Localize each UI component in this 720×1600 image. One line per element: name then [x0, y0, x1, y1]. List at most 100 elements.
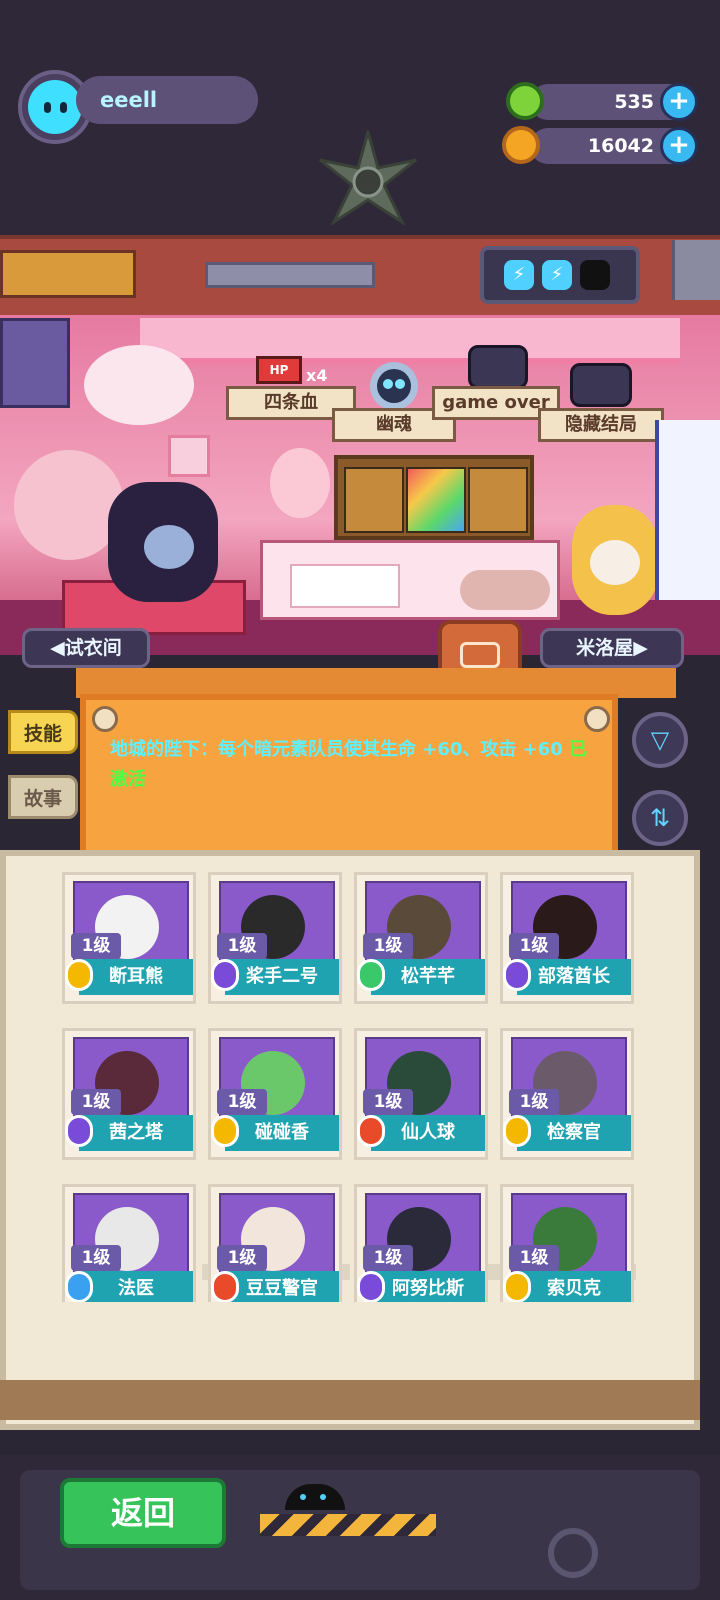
sort-icon: ⇅: [649, 804, 671, 832]
character-card[interactable]: 1级 检察官: [500, 1028, 634, 1160]
character-level: 1级: [509, 1089, 559, 1115]
arrow-right-icon: ▶: [633, 637, 648, 659]
resource-coin-value: 16042: [587, 135, 654, 157]
curtain: [140, 318, 680, 364]
portrait-rainbow: [406, 467, 466, 533]
device-panel: [205, 262, 375, 288]
chat-bubble-shape: [460, 642, 500, 668]
character-name: 部落酋长: [517, 959, 631, 995]
tombstone-tv-icon: [468, 345, 528, 389]
element-badge-icon: [357, 1271, 385, 1302]
pin-icon: [92, 706, 118, 732]
add-donut-button[interactable]: +: [660, 83, 698, 121]
element-badge-icon: [211, 1115, 239, 1147]
hidden-ending-tv-icon: [570, 363, 632, 407]
fitting-room-label: 试衣间: [64, 637, 122, 659]
character-name: 检察官: [517, 1115, 631, 1151]
character-name: 碰碰香: [225, 1115, 339, 1151]
plush-toys: [460, 570, 550, 610]
dark-lord-face: [144, 525, 194, 569]
cat-eye: [300, 1494, 306, 1500]
add-coin-button[interactable]: +: [660, 127, 698, 165]
avatar-eye-right: [60, 102, 67, 113]
character-level: 1级: [217, 1089, 267, 1115]
energy-bolt-icon: ⚡: [504, 260, 534, 290]
character-level: 1级: [509, 933, 559, 959]
element-badge-icon: [65, 959, 93, 991]
element-badge-icon: [503, 1115, 531, 1147]
skill-effect-text: 地城的陛下：每个暗元素队员使其生命 +60、攻击 +60: [110, 739, 563, 760]
vent-panel: [0, 250, 136, 298]
character-level: 1级: [217, 933, 267, 959]
heart-frame-icon: [168, 435, 210, 477]
character-card[interactable]: 1级 仙人球: [354, 1028, 488, 1160]
hp-count-badge: x4: [306, 366, 328, 385]
player-name: eeell: [100, 88, 158, 112]
back-button[interactable]: 返回: [60, 1478, 226, 1548]
character-name: 松芊芊: [371, 959, 485, 995]
character-card[interactable]: 1级 松芊芊: [354, 872, 488, 1004]
energy-empty-icon: [580, 260, 610, 290]
character-card[interactable]: 1级 部落酋长: [500, 872, 634, 1004]
ghost-skull-icon: [370, 362, 418, 410]
energy-bolt-icon: ⚡: [542, 260, 572, 290]
character-level: 1级: [71, 933, 121, 959]
portrait-grey-hair: [468, 467, 528, 533]
filter-icon: ▽: [650, 726, 670, 754]
element-badge-icon: [357, 959, 385, 991]
character-card[interactable]: 1级 阿努比斯: [354, 1184, 488, 1302]
character-level: 1级: [363, 933, 413, 959]
sort-button[interactable]: ⇅: [632, 790, 688, 846]
skill-description: 地城的陛下：每个暗元素队员使其生命 +60、攻击 +60 已激活: [110, 735, 590, 795]
gold-coin-planet-icon: [502, 126, 540, 164]
milo-house-label: 米洛屋: [576, 637, 634, 659]
fan-icon: [319, 130, 417, 227]
element-badge-icon: [65, 1271, 93, 1302]
character-level: 1级: [509, 1245, 559, 1271]
achievement-hidden-ending[interactable]: 隐藏结局: [538, 408, 664, 442]
book-cover: [0, 1380, 700, 1420]
character-card[interactable]: 1级 碰碰香: [208, 1028, 342, 1160]
tab-skill[interactable]: 技能: [8, 710, 78, 754]
character-name: 索贝克: [517, 1271, 631, 1302]
fitting-room-button[interactable]: ◀试衣间: [22, 628, 150, 668]
character-name: 法医: [79, 1271, 193, 1302]
gear-icon: [548, 1528, 598, 1578]
portrait-frame: [334, 455, 534, 540]
element-badge-icon: [357, 1115, 385, 1147]
character-level: 1级: [71, 1245, 121, 1271]
desk-drawer: [290, 564, 400, 608]
element-badge-icon: [503, 1271, 531, 1302]
character-card[interactable]: 1级 桨手二号: [208, 872, 342, 1004]
sailor-outfit: [655, 420, 720, 600]
pin-icon: [584, 706, 610, 732]
avatar-eye-left: [44, 102, 51, 113]
pompom-lamp-icon: [84, 345, 194, 425]
character-name: 茜之塔: [79, 1115, 193, 1151]
avatar[interactable]: [28, 80, 82, 134]
arrow-left-icon: ◀: [50, 637, 65, 659]
hazard-stripe: [260, 1514, 436, 1536]
character-name: 断耳熊: [79, 959, 193, 995]
cat-eye: [320, 1494, 326, 1500]
tab-story[interactable]: 故事: [8, 775, 78, 819]
character-card[interactable]: 1级 索贝克: [500, 1184, 634, 1302]
element-badge-icon: [503, 959, 531, 991]
energy-battery: ⚡ ⚡: [480, 246, 640, 304]
green-donut-icon: [506, 82, 544, 120]
character-card[interactable]: 1级 断耳熊: [62, 872, 196, 1004]
character-name: 仙人球: [371, 1115, 485, 1151]
character-level: 1级: [217, 1245, 267, 1271]
hp-battery-icon: HP: [256, 356, 302, 384]
character-card[interactable]: 1级 茜之塔: [62, 1028, 196, 1160]
character-card[interactable]: 1级 法医: [62, 1184, 196, 1302]
milo-house-button[interactable]: 米洛屋▶: [540, 628, 684, 668]
skeleton-face: [590, 540, 640, 585]
character-level: 1级: [363, 1245, 413, 1271]
filter-button[interactable]: ▽: [632, 712, 688, 768]
character-level: 1级: [71, 1089, 121, 1115]
character-card[interactable]: 1级 豆豆警官: [208, 1184, 342, 1302]
flower-vase: [270, 448, 330, 518]
character-name: 豆豆警官: [225, 1271, 339, 1302]
character-name: 阿努比斯: [371, 1271, 485, 1302]
